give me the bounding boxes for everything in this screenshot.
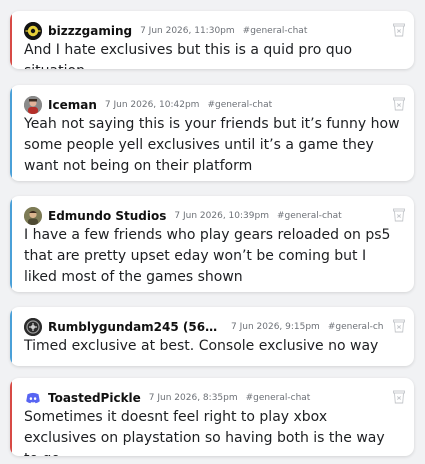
accent-bar bbox=[10, 196, 12, 292]
trash-icon[interactable] bbox=[393, 389, 405, 404]
message-card[interactable]: ToastedPickle 7 Jun 2026, 8:35pm #genera… bbox=[10, 378, 414, 456]
message-header: Iceman 7 Jun 2026, 10:42pm #general-chat bbox=[24, 94, 378, 116]
channel-tag[interactable]: #general-chat bbox=[207, 100, 272, 110]
accent-bar bbox=[10, 307, 12, 366]
trash-icon[interactable] bbox=[393, 207, 405, 222]
message-card[interactable]: Rumblygundam245 (5600/6... 7 Jun 2026, 9… bbox=[10, 307, 414, 366]
message-card[interactable]: Iceman 7 Jun 2026, 10:42pm #general-chat… bbox=[10, 85, 414, 181]
message-header: bizzzgaming 7 Jun 2026, 11:30pm #general… bbox=[24, 20, 378, 42]
avatar bbox=[24, 318, 42, 336]
avatar bbox=[24, 389, 42, 407]
channel-tag[interactable]: #general-chat bbox=[246, 393, 311, 403]
discord-icon bbox=[26, 392, 40, 404]
trash-icon[interactable] bbox=[393, 318, 405, 333]
message-header: Rumblygundam245 (5600/6... 7 Jun 2026, 9… bbox=[24, 316, 386, 338]
channel-tag[interactable]: #general-chat bbox=[277, 211, 342, 221]
trash-icon[interactable] bbox=[393, 22, 405, 37]
avatar bbox=[24, 207, 42, 225]
message-card[interactable]: Edmundo Studios 7 Jun 2026, 10:39pm #gen… bbox=[10, 196, 414, 292]
message-header: ToastedPickle 7 Jun 2026, 8:35pm #genera… bbox=[24, 387, 378, 409]
accent-bar bbox=[10, 11, 12, 69]
author-name: ToastedPickle bbox=[48, 391, 141, 405]
message-feed: bizzzgaming 7 Jun 2026, 11:30pm #general… bbox=[0, 0, 425, 464]
timestamp: 7 Jun 2026, 8:35pm bbox=[148, 393, 238, 403]
author-name: Rumblygundam245 (5600/6... bbox=[48, 320, 223, 334]
avatar bbox=[24, 22, 42, 40]
trash-icon[interactable] bbox=[393, 96, 405, 111]
message-text: I have a few friends who play gears relo… bbox=[24, 227, 391, 285]
timestamp: 7 Jun 2026, 9:15pm bbox=[231, 322, 320, 332]
channel-tag[interactable]: #general-ch bbox=[328, 322, 384, 332]
timestamp: 7 Jun 2026, 11:30pm bbox=[140, 26, 235, 36]
author-name: Edmundo Studios bbox=[48, 209, 167, 223]
rumbly-avatar-icon bbox=[24, 318, 42, 336]
message-card[interactable]: bizzzgaming 7 Jun 2026, 11:30pm #general… bbox=[10, 11, 414, 69]
message-text: Sometimes it doesnt feel right to play x… bbox=[24, 409, 385, 456]
author-name: Iceman bbox=[48, 98, 97, 112]
author-name: bizzzgaming bbox=[48, 24, 133, 38]
message-text: And I hate exclusives but this is a quid… bbox=[24, 42, 353, 69]
message-text: Timed exclusive at best. Console exclusi… bbox=[24, 338, 379, 354]
message-text: Yeah not saying this is your friends but… bbox=[24, 116, 400, 174]
channel-tag[interactable]: #general-chat bbox=[243, 26, 308, 36]
avatar bbox=[24, 96, 42, 114]
bizzzgaming-avatar-icon bbox=[24, 22, 42, 40]
accent-bar bbox=[10, 378, 12, 456]
timestamp: 7 Jun 2026, 10:42pm bbox=[104, 100, 200, 110]
message-header: Edmundo Studios 7 Jun 2026, 10:39pm #gen… bbox=[24, 205, 378, 227]
accent-bar bbox=[10, 85, 12, 181]
edmundo-avatar-icon bbox=[24, 207, 42, 225]
iceman-avatar-icon bbox=[24, 96, 42, 114]
timestamp: 7 Jun 2026, 10:39pm bbox=[174, 211, 269, 221]
